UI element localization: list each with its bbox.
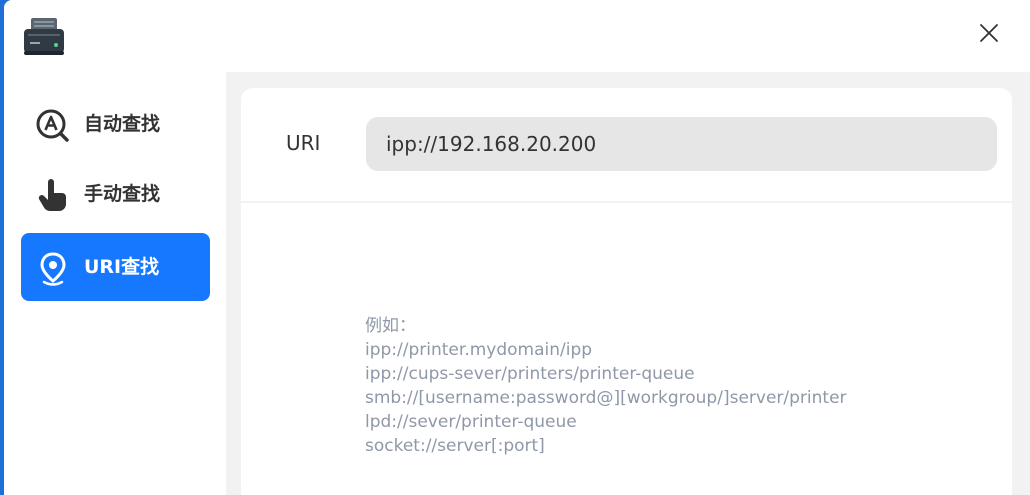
example-line: ipp://printer.mydomain/ipp <box>365 340 593 360</box>
sidebar-item-auto-search[interactable]: 自动查找 <box>21 90 210 158</box>
sidebar-item-label: 自动查找 <box>84 113 161 135</box>
example-line: lpd://sever/printer-queue <box>365 412 577 432</box>
sidebar-item-label: URI查找 <box>84 256 160 278</box>
hand-pointer-icon <box>35 178 71 214</box>
sidebar-item-label: 手动查找 <box>84 183 161 205</box>
uri-input[interactable] <box>366 117 997 171</box>
add-printer-dialog: 自动查找 手动查找 URI查找 URI 例 <box>4 0 1030 495</box>
sidebar-item-manual-search[interactable]: 手动查找 <box>21 160 210 228</box>
printer-icon <box>22 18 66 56</box>
uri-label: URI <box>286 131 321 155</box>
sidebar-item-uri-search[interactable]: URI查找 <box>21 233 210 301</box>
title-bar <box>4 0 1030 72</box>
example-line: socket://server[:port] <box>365 436 545 456</box>
example-line: 例如： <box>365 316 416 336</box>
sidebar: 自动查找 手动查找 URI查找 <box>4 72 226 495</box>
auto-search-icon <box>35 108 71 144</box>
uri-examples: 例如： ipp://printer.mydomain/ipp ipp://cup… <box>365 314 847 458</box>
example-line: ipp://cups-sever/printers/printer-queue <box>365 364 695 384</box>
example-line: smb://[username:password@][workgroup/]se… <box>365 388 847 408</box>
close-button[interactable] <box>970 16 1008 54</box>
uri-panel: URI 例如： ipp://printer.mydomain/ipp ipp:/… <box>241 88 1012 495</box>
close-icon <box>979 23 999 47</box>
divider <box>241 201 1012 203</box>
location-pin-icon <box>35 251 71 287</box>
